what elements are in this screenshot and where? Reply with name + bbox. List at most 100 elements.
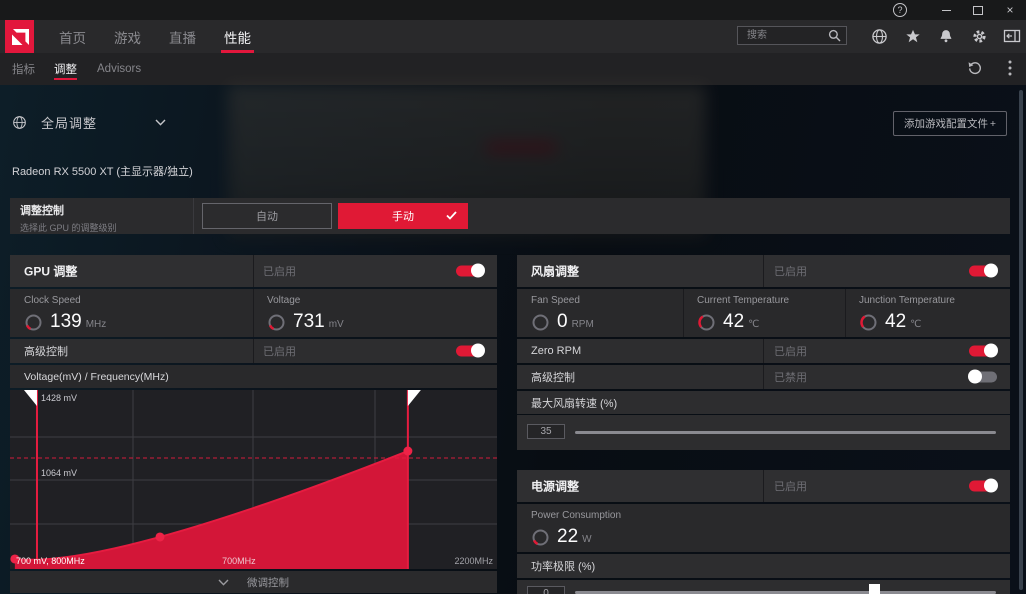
power-limit-slider-handle[interactable] — [869, 584, 880, 594]
zero-rpm-status: 已启用 — [774, 346, 807, 358]
tab-home[interactable]: 首页 — [56, 20, 89, 53]
power-consumption-label: Power Consumption — [531, 510, 622, 521]
fan-speed-value: 0 — [557, 311, 568, 332]
clock-speed-stat: Clock Speed 139 MHz — [10, 289, 253, 337]
vf-curve-chart[interactable]: 1428 mV 1064 mV 700 mV, 800MHz 700MHz 2200MH… — [10, 390, 497, 569]
subtab-advisors[interactable]: Advisors — [97, 53, 141, 85]
tuning-control-bar: 调整控制 选择此 GPU 的调整级别 自动 手动 — [10, 198, 1010, 234]
gear-icon — [972, 29, 986, 43]
tuning-scope-selector[interactable]: 全局调整 — [12, 113, 166, 132]
notifications-button[interactable] — [937, 27, 955, 45]
subtab-tuning[interactable]: 调整 — [54, 53, 77, 85]
max-fan-speed-slider[interactable] — [575, 431, 996, 434]
minimize-icon — [941, 9, 951, 11]
tab-streaming-label: 直播 — [169, 30, 196, 46]
maximize-button[interactable] — [962, 0, 994, 20]
current-temperature-label: Current Temperature — [697, 295, 790, 306]
performance-subnav: 指标 调整 Advisors — [0, 53, 1026, 85]
clock-speed-unit: MHz — [85, 318, 107, 330]
chart-label: 700MHz — [222, 556, 256, 566]
star-icon — [906, 29, 920, 43]
power-tuning-toggle[interactable] — [969, 478, 998, 493]
tab-performance[interactable]: 性能 — [221, 20, 254, 53]
voltage-value: 731 — [293, 311, 325, 332]
fan-advanced-control-toggle[interactable] — [968, 369, 997, 384]
search-input[interactable] — [745, 29, 828, 42]
power-tuning-panel: 电源调整 已启用 Power Consumption 22 W 功率极限 (%)… — [517, 470, 1010, 594]
reset-undo-icon — [968, 61, 981, 74]
tab-performance-label: 性能 — [224, 30, 251, 46]
junction-temperature-gauge-icon — [860, 313, 877, 331]
fan-advanced-control-label: 高级控制 — [531, 372, 575, 384]
tab-gaming[interactable]: 游戏 — [111, 20, 144, 53]
sidebar-panel-icon — [1003, 29, 1021, 43]
power-limit-label: 功率极限 (%) — [531, 561, 596, 573]
chevron-down-icon — [218, 579, 229, 586]
voltage-stat: Voltage 731 mV — [253, 289, 497, 337]
junction-temperature-unit: ℃ — [910, 318, 922, 330]
current-temperature-gauge-icon — [698, 313, 715, 331]
check-icon — [446, 211, 457, 220]
fan-tuning-status: 已启用 — [774, 266, 807, 278]
power-tuning-status: 已启用 — [774, 481, 807, 493]
subtab-metrics-label: 指标 — [12, 64, 35, 76]
max-fan-speed-slider-row: 35 — [517, 415, 1010, 450]
amd-arrow-icon — [11, 28, 29, 45]
manual-tuning-button[interactable]: 手动 — [338, 203, 468, 229]
fan-tuning-title: 风扇调整 — [531, 264, 580, 279]
power-consumption-value: 22 — [557, 526, 579, 547]
fan-speed-unit: RPM — [571, 318, 594, 330]
favorites-button[interactable] — [904, 27, 922, 45]
gpu-advanced-control-toggle[interactable] — [456, 343, 485, 358]
fan-tuning-toggle[interactable] — [969, 263, 998, 278]
minimize-button[interactable] — [930, 0, 962, 20]
current-temperature-value: 42 — [723, 311, 745, 332]
reset-button[interactable] — [966, 60, 982, 76]
zero-rpm-toggle[interactable] — [969, 343, 998, 358]
overlay-panel-button[interactable] — [1003, 27, 1021, 45]
web-button[interactable] — [870, 27, 888, 45]
vertical-scrollbar[interactable] — [1019, 90, 1023, 590]
chart-label: 2200MHz — [454, 556, 493, 566]
subtab-metrics[interactable]: 指标 — [12, 53, 35, 85]
settings-button[interactable] — [970, 27, 988, 45]
max-bound-flag[interactable] — [407, 390, 421, 406]
amd-logo[interactable] — [5, 20, 34, 53]
fan-speed-stat: Fan Speed 0 RPM — [517, 289, 683, 337]
maximize-icon — [973, 5, 983, 15]
subtab-tuning-label: 调整 — [54, 64, 77, 76]
min-bound-flag[interactable] — [23, 390, 37, 406]
fan-speed-label: Fan Speed — [531, 295, 580, 306]
curve-control-point[interactable] — [403, 446, 413, 456]
fine-tuning-expander[interactable]: 微调控制 — [10, 571, 497, 593]
search-icon — [828, 29, 841, 42]
close-button[interactable]: × — [994, 0, 1026, 20]
auto-tuning-button[interactable]: 自动 — [202, 203, 332, 229]
power-consumption-unit: W — [582, 533, 592, 545]
voltage-label: Voltage — [267, 295, 301, 306]
fan-tuning-panel: 风扇调整 已启用 Fan Speed 0 RPM Current Tempera… — [517, 255, 1010, 450]
voltage-frequency-chart[interactable]: 1428 mV 1064 mV 700 mV, 800MHz 700MHz 2200MH… — [10, 390, 497, 569]
add-game-profile-button[interactable]: 添加游戏配置文件 + — [893, 111, 1007, 136]
curve-control-point[interactable] — [155, 532, 165, 542]
max-fan-speed-label: 最大风扇转速 (%) — [531, 397, 618, 410]
voltage-gauge-icon — [268, 313, 285, 331]
current-temperature-unit: ℃ — [748, 318, 760, 330]
chevron-down-icon — [155, 119, 166, 126]
tab-streaming[interactable]: 直播 — [166, 20, 199, 53]
vf-chart-title: Voltage(mV) / Frequency(MHz) — [24, 370, 169, 383]
search-box[interactable] — [737, 26, 847, 45]
gpu-name: Radeon RX 5500 XT (主显示器/独立) — [12, 166, 193, 178]
gpu-tuning-toggle[interactable] — [456, 263, 485, 278]
kebab-menu-icon — [1008, 60, 1012, 76]
tuning-content: 全局调整 添加游戏配置文件 + Radeon RX 5500 XT (主显示器/… — [0, 85, 1026, 594]
bell-icon — [940, 30, 952, 43]
tab-home-label: 首页 — [59, 30, 86, 46]
help-button[interactable]: ? — [884, 0, 916, 20]
more-options-button[interactable] — [1002, 60, 1018, 76]
max-fan-speed-value-box[interactable]: 35 — [527, 424, 565, 439]
close-icon: × — [1006, 3, 1014, 17]
gpu-advanced-control-label: 高级控制 — [24, 346, 68, 358]
global-scope-icon — [13, 116, 26, 129]
power-limit-value-box[interactable]: 0 — [527, 586, 565, 594]
